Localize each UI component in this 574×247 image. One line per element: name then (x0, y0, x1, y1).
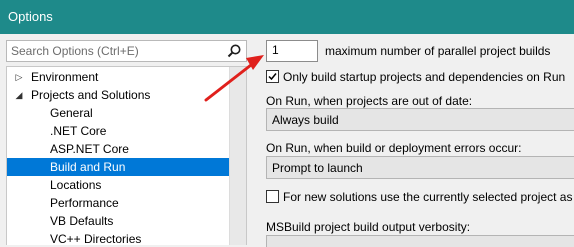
settings-panel: 1 maximum number of parallel project bui… (258, 34, 574, 247)
tree-scrollbar[interactable] (229, 67, 246, 245)
verbosity-label: MSBuild project build output verbosity: (266, 220, 471, 234)
build-errors-dropdown[interactable]: Prompt to launch (266, 156, 574, 179)
build-errors-value: Prompt to launch (272, 161, 363, 175)
new-solutions-label: For new solutions use the currently sele… (283, 190, 574, 204)
tree-item-label: VC++ Directories (50, 232, 142, 245)
search-icon[interactable] (226, 43, 242, 59)
options-tree[interactable]: ▷ Environment ◢ Projects and Solutions G… (6, 66, 247, 245)
tree-item-label: VB Defaults (50, 214, 114, 228)
checkmark-icon (268, 73, 277, 81)
tree-item-label: Projects and Solutions (31, 88, 151, 102)
collapse-arrow-icon[interactable]: ◢ (13, 86, 25, 104)
tree-item-label: ASP.NET Core (50, 142, 129, 156)
tree-item-label: Build and Run (50, 160, 126, 174)
tree-item-vb-defaults[interactable]: VB Defaults (7, 212, 229, 230)
expand-arrow-icon[interactable]: ▷ (13, 68, 25, 86)
tree-item-label: General (50, 106, 93, 120)
out-of-date-dropdown[interactable]: Always build (266, 108, 574, 131)
out-of-date-value: Always build (272, 113, 339, 127)
tree-item-label: Performance (50, 196, 119, 210)
search-placeholder: Search Options (Ctrl+E) (11, 44, 139, 58)
tree-item-vc-directories[interactable]: VC++ Directories (7, 230, 229, 245)
new-solutions-checkbox[interactable] (266, 190, 279, 203)
tree-item-label: .NET Core (50, 124, 107, 138)
tree-item-label: Locations (50, 178, 102, 192)
build-errors-label: On Run, when build or deployment errors … (266, 141, 522, 155)
tree-item-environment[interactable]: ▷ Environment (7, 68, 229, 86)
tree-item-label: Environment (31, 70, 99, 84)
window-title: Options (8, 9, 53, 24)
only-startup-checkbox[interactable] (266, 70, 279, 83)
tree-item-general[interactable]: General (7, 104, 229, 122)
tree-item-locations[interactable]: Locations (7, 176, 229, 194)
parallel-builds-label: maximum number of parallel project build… (325, 44, 551, 58)
tree-item-net-core[interactable]: .NET Core (7, 122, 229, 140)
tree-item-aspnet-core[interactable]: ASP.NET Core (7, 140, 229, 158)
tree-item-performance[interactable]: Performance (7, 194, 229, 212)
tree-item-build-and-run[interactable]: Build and Run (7, 158, 229, 176)
parallel-builds-input[interactable]: 1 (266, 40, 318, 62)
tree-item-projects-and-solutions[interactable]: ◢ Projects and Solutions (7, 86, 229, 104)
verbosity-dropdown[interactable] (266, 235, 574, 247)
out-of-date-label: On Run, when projects are out of date: (266, 94, 473, 108)
only-startup-label: Only build startup projects and dependen… (283, 70, 566, 84)
title-bar: Options (0, 0, 574, 34)
search-box[interactable]: Search Options (Ctrl+E) (6, 40, 247, 62)
